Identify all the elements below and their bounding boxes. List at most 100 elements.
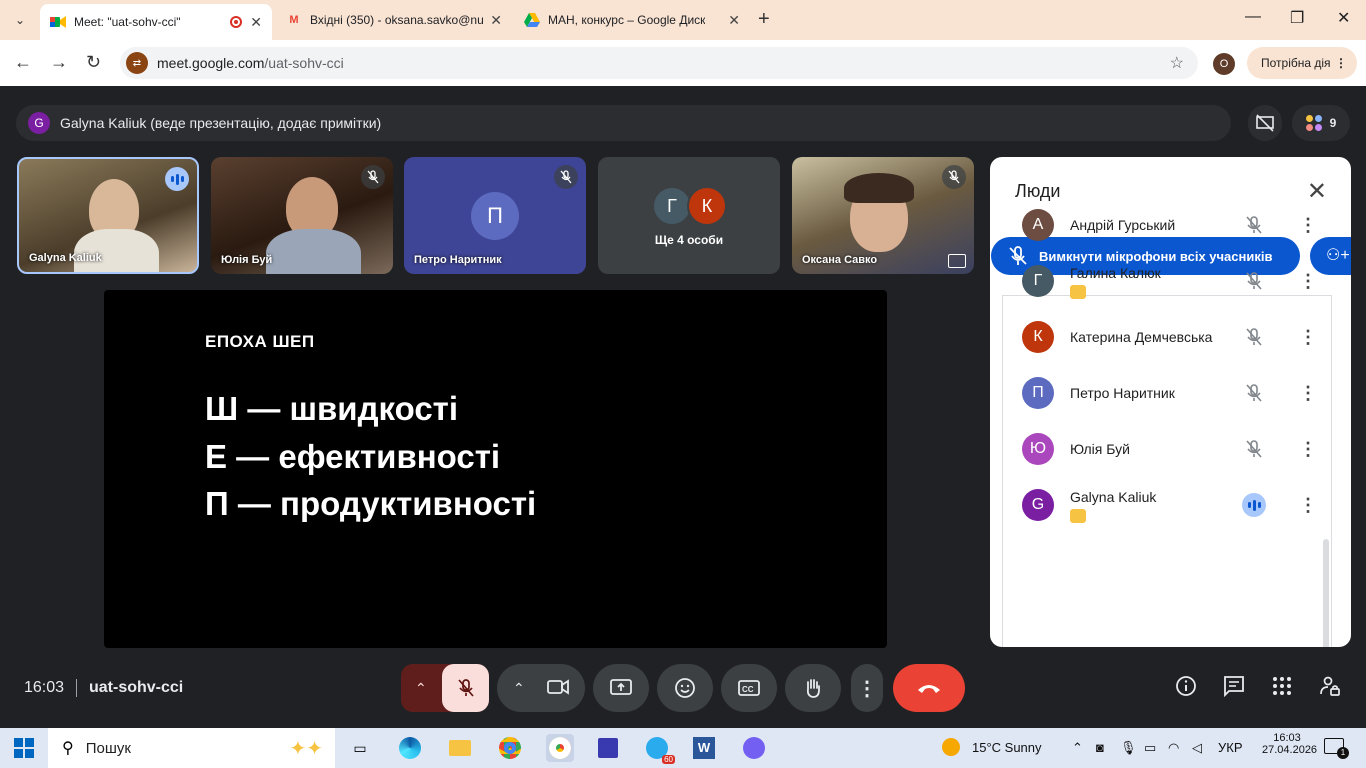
forward-button[interactable]: → (50, 52, 68, 73)
chrome-icon[interactable] (546, 734, 574, 762)
microphone-toggle-button[interactable] (442, 664, 489, 712)
viber-icon[interactable] (740, 734, 768, 762)
mic-off-icon (554, 165, 578, 189)
captions-icon: CC (738, 680, 760, 696)
close-icon[interactable]: ✕ (490, 12, 502, 29)
task-view-icon[interactable]: ▭ (346, 734, 374, 762)
minimize-button[interactable]: — (1245, 8, 1261, 26)
mic-off-icon (361, 165, 385, 189)
participant-tile[interactable]: П Петро Наритник (404, 157, 586, 274)
camera-tray-icon[interactable]: ◙ (1096, 740, 1104, 755)
url-text: meet.google.com/uat-sohv-cci (157, 55, 344, 71)
participant-row[interactable]: Г Галина Калюк ⋮ (1022, 261, 1322, 301)
participant-row[interactable]: К Катерина Демчевська ⋮ (1022, 317, 1322, 357)
avatar: П (1022, 377, 1054, 409)
bookmark-star-icon[interactable]: ☆ (1170, 53, 1184, 73)
stop-presentation-view-button[interactable] (1248, 105, 1282, 141)
participant-row[interactable]: А Андрій Гурський ⋮ (1022, 205, 1322, 245)
avatar: П (471, 192, 519, 240)
save-disk-icon[interactable] (594, 734, 622, 762)
system-clock[interactable]: 16:03 27.04.2026 (1262, 732, 1317, 756)
tab-meet[interactable]: Meet: "uat-sohv-cci" ✕ (40, 4, 272, 40)
word-icon[interactable]: W (690, 734, 718, 762)
notification-center-icon[interactable]: 1 (1324, 738, 1349, 759)
captions-button[interactable]: CC (721, 664, 777, 712)
tile-name: Оксана Савко (802, 254, 878, 266)
weather-icon[interactable] (942, 738, 960, 759)
chevron-up-icon[interactable]: ⌃ (1072, 740, 1083, 756)
windows-start-button[interactable] (14, 738, 34, 758)
meeting-details-button[interactable] (1172, 672, 1200, 700)
picture-in-picture-icon[interactable] (948, 254, 966, 268)
participant-tile[interactable]: Оксана Савко (792, 157, 974, 274)
participants-icon (1305, 115, 1322, 131)
tile-name: Galyna Kaliuk (29, 252, 102, 264)
language-indicator[interactable]: УКР (1218, 740, 1243, 755)
more-options-icon[interactable]: ⋮ (1299, 495, 1317, 516)
more-options-button[interactable]: ⋮ (851, 664, 883, 712)
weather-text[interactable]: 15°C Sunny (972, 740, 1042, 755)
battery-icon[interactable]: ▭ (1144, 740, 1156, 756)
participant-tile[interactable]: Юлія Буй (211, 157, 393, 274)
gmail-icon: M (289, 14, 299, 26)
back-button[interactable]: ← (14, 52, 32, 73)
participant-row[interactable]: П Петро Наритник ⋮ (1022, 373, 1322, 413)
address-bar[interactable]: ⇄ meet.google.com/uat-sohv-cci ☆ (120, 47, 1198, 79)
microphone-tray-icon[interactable]: 🎙 (1120, 740, 1137, 756)
participants-count-button[interactable]: 9 (1292, 105, 1350, 141)
more-options-icon[interactable]: ⋮ (1299, 439, 1317, 460)
tab-gmail[interactable]: M Вхідні (350) - oksana.savko@nu ✕ (276, 0, 512, 40)
raise-hand-button[interactable] (785, 664, 841, 712)
more-options-icon[interactable]: ⋮ (1299, 215, 1317, 236)
wifi-icon[interactable]: ◠ (1168, 740, 1179, 756)
video-options-button[interactable]: ⌃ (513, 680, 525, 697)
participant-tile[interactable]: Galyna Kaliuk (17, 157, 199, 274)
scrollbar[interactable] (1323, 539, 1329, 647)
sparkle-icon: ✦✦ (289, 737, 323, 760)
new-tab-button[interactable]: + (758, 8, 770, 31)
reload-button[interactable]: ↻ (86, 52, 101, 73)
meet-stage: G Galyna Kaliuk (веде презентацію, додає… (0, 86, 1366, 728)
mic-off-icon[interactable] (1244, 439, 1264, 464)
action-required-button[interactable]: Потрібна дія ⋮ (1247, 47, 1357, 79)
chat-button[interactable] (1220, 672, 1248, 700)
mic-off-icon[interactable] (1244, 327, 1264, 352)
taskbar-search-box[interactable]: ⚲ Пошук ✦✦ (48, 728, 335, 768)
mic-off-icon[interactable] (1244, 271, 1264, 296)
mic-off-icon[interactable] (1244, 383, 1264, 408)
camera-toggle-button[interactable] (547, 678, 569, 701)
tab-drive[interactable]: МАН, конкурс – Google Диск ✕ (514, 0, 750, 40)
tab-search-button[interactable]: ⌄ (6, 6, 34, 34)
edge-icon[interactable] (396, 734, 424, 762)
participant-name: Андрій Гурський (1070, 217, 1176, 233)
reactions-button[interactable] (657, 664, 713, 712)
close-icon[interactable]: ✕ (728, 12, 740, 29)
chrome-icon[interactable] (496, 734, 524, 762)
profile-avatar[interactable]: O (1213, 53, 1235, 75)
present-screen-icon (610, 679, 632, 695)
mic-off-icon[interactable] (1244, 215, 1264, 240)
svg-text:CC: CC (742, 685, 754, 694)
audio-options-button[interactable]: ⌃ (415, 680, 427, 697)
participant-row[interactable]: Ю Юлія Буй ⋮ (1022, 429, 1322, 469)
more-options-icon[interactable]: ⋮ (1299, 383, 1317, 404)
volume-icon[interactable]: ◁ (1192, 740, 1202, 756)
more-options-icon[interactable]: ⋮ (1299, 327, 1317, 348)
more-options-icon[interactable]: ⋮ (1299, 271, 1317, 292)
telegram-icon[interactable]: 60 (643, 734, 675, 764)
window-close-button[interactable]: ✕ (1337, 8, 1350, 28)
participant-name: Петро Наритник (1070, 385, 1175, 401)
close-icon[interactable]: ✕ (250, 14, 262, 31)
info-icon (1176, 676, 1196, 696)
more-participants-tile[interactable]: Г К Ще 4 особи (598, 157, 780, 274)
host-controls-button[interactable] (1316, 672, 1344, 700)
participant-row[interactable]: G Galyna Kaliuk ⋮ (1022, 485, 1322, 525)
site-info-icon[interactable]: ⇄ (126, 52, 148, 74)
present-screen-button[interactable] (593, 664, 649, 712)
leave-call-button[interactable] (893, 664, 965, 712)
tile-name: Ще 4 особи (654, 233, 724, 247)
activities-button[interactable] (1268, 672, 1296, 700)
file-explorer-icon[interactable] (446, 734, 474, 762)
close-icon[interactable]: ✕ (1307, 177, 1327, 206)
restore-button[interactable]: ❐ (1290, 8, 1304, 28)
